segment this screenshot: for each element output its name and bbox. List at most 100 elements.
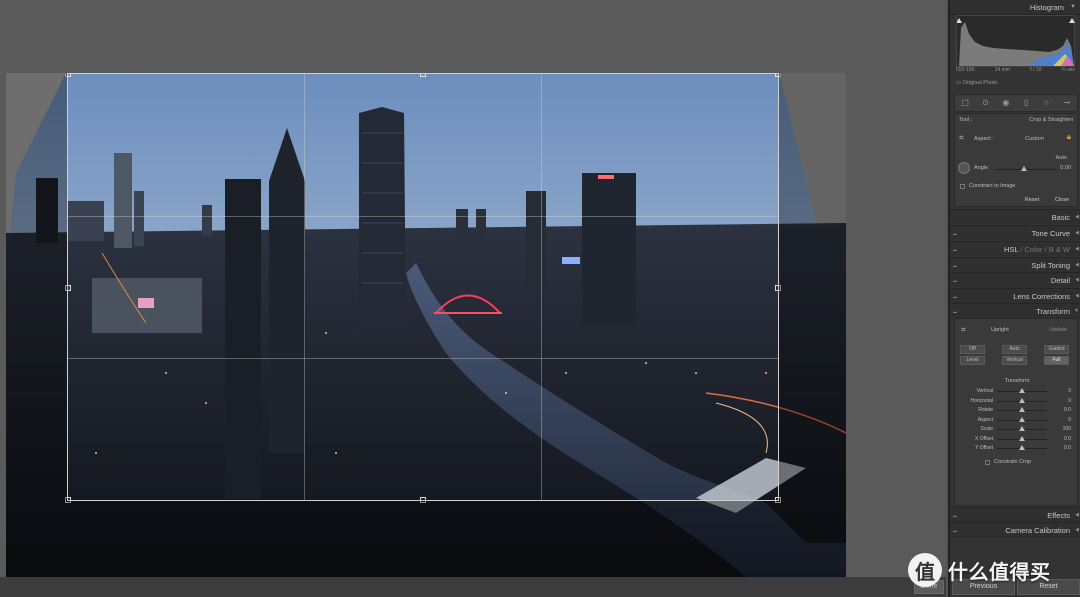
transform-slider-row[interactable]: Rotate 0.0	[955, 406, 1079, 415]
toggle-switch-icon[interactable]: ▬	[953, 242, 957, 257]
photo-preview[interactable]	[6, 73, 846, 577]
aperture: f / 10	[1030, 67, 1042, 73]
histogram[interactable]	[956, 15, 1075, 67]
update-button[interactable]: Update	[1049, 327, 1067, 333]
upright-level-button[interactable]: Level	[960, 356, 985, 365]
hsl-tab[interactable]: HSL	[1004, 245, 1018, 254]
toggle-switch-icon[interactable]: ▬	[953, 258, 957, 273]
transform-slider-row[interactable]: Y Offset 0.0	[955, 444, 1079, 453]
upright-off-button[interactable]: Off	[960, 345, 985, 354]
section-effects[interactable]: ▬ Effects ◀	[950, 507, 1080, 522]
lightroom-develop-window: Done Histogram ▼ ISO 100 14 mm f / 10 ¼ …	[0, 0, 1080, 597]
original-photo-label: ▭ Original Photo	[956, 80, 998, 86]
upright-full-button[interactable]: Full	[1044, 356, 1069, 365]
watermark: 值 什么值得买	[908, 548, 1078, 592]
crop-rectangle[interactable]	[65, 73, 781, 503]
section-title: Lens Corrections	[1013, 292, 1070, 301]
section-lens-corrections[interactable]: ▬ Lens Corrections ◀	[950, 288, 1080, 303]
crop-handle-top-left[interactable]	[65, 73, 71, 77]
histogram-metadata: ISO 100 14 mm f / 10 ¼ sec	[956, 67, 1075, 76]
slider-knob[interactable]	[1019, 445, 1025, 450]
slider-knob[interactable]	[1019, 407, 1025, 412]
guided-upright-icon[interactable]: ⌗	[961, 325, 966, 335]
straighten-tool-icon[interactable]	[958, 162, 970, 174]
expand-triangle-icon: ◀	[1075, 230, 1079, 236]
slider-value: 0	[1068, 397, 1071, 404]
crop-frame-icon[interactable]: ⌗	[959, 133, 964, 143]
slider-knob[interactable]	[1019, 416, 1025, 422]
transform-slider-row[interactable]: Horizontal 0	[955, 397, 1079, 406]
photo-canvas	[0, 0, 946, 577]
section-transform[interactable]: ▬ Transform ▼	[950, 303, 1080, 318]
section-detail[interactable]: ▬ Detail ◀	[950, 272, 1080, 287]
histogram-header[interactable]: Histogram ▼	[950, 0, 1080, 15]
transform-slider-row[interactable]: Aspect 0	[955, 416, 1079, 425]
graduated-filter-icon[interactable]: ▯	[1020, 98, 1032, 108]
crop-handle-left[interactable]	[65, 285, 71, 291]
crop-handle-bottom[interactable]	[420, 497, 426, 503]
section-split-toning[interactable]: ▬ Split Toning ◀	[950, 257, 1080, 272]
iso-value: ISO 100	[956, 67, 975, 73]
toggle-switch-icon[interactable]: ▬	[953, 304, 957, 319]
constrain-checkbox[interactable]	[960, 184, 965, 189]
constrain-crop-checkbox[interactable]	[985, 460, 990, 465]
transform-slider-row[interactable]: Scale 100	[955, 425, 1079, 434]
histogram-title: Histogram	[1029, 3, 1064, 12]
crop-handle-top-right[interactable]	[775, 73, 781, 77]
spot-removal-icon[interactable]: ⊙	[979, 98, 991, 108]
angle-slider-knob[interactable]	[1021, 166, 1027, 171]
red-eye-icon[interactable]: ◉	[1000, 98, 1012, 108]
toggle-switch-icon[interactable]: ▬	[953, 523, 957, 538]
upright-vertical-button[interactable]: Vertical	[1002, 356, 1027, 365]
constrain-label: Constrain to Image	[969, 183, 1016, 189]
upright-auto-button[interactable]: Auto	[1002, 345, 1027, 354]
slider-value: 0.0	[1064, 407, 1071, 413]
crop-close-button[interactable]: Close	[1051, 196, 1073, 205]
slider-value: 0.0	[1064, 445, 1071, 451]
color-tab[interactable]: Color	[1025, 245, 1043, 254]
section-basic[interactable]: Basic ◀	[950, 209, 1080, 224]
crop-handle-bottom-right[interactable]	[775, 497, 781, 503]
bw-tab[interactable]: B & W	[1049, 245, 1070, 254]
slider-knob[interactable]	[1019, 388, 1025, 393]
crop-overlay-icon[interactable]: ⬚	[959, 98, 971, 108]
crop-handle-bottom-left[interactable]	[65, 497, 71, 503]
transform-slider-row[interactable]: X Offset 0.0	[955, 435, 1079, 444]
slider-knob[interactable]	[1019, 397, 1025, 403]
crop-handle-top[interactable]	[420, 73, 426, 77]
expand-triangle-icon: ◀	[1075, 277, 1079, 283]
section-title: Tone Curve	[1031, 229, 1070, 238]
lock-icon[interactable]: 🔒︎	[1067, 132, 1071, 142]
toggle-switch-icon[interactable]: ▬	[953, 508, 957, 523]
radial-filter-icon[interactable]: ○	[1040, 98, 1052, 108]
section-tone-curve[interactable]: ▬ Tone Curve ◀	[950, 225, 1080, 240]
slider-knob[interactable]	[1019, 426, 1025, 431]
collapse-triangle-icon[interactable]: ▼	[1070, 0, 1076, 15]
adjustment-brush-icon[interactable]: ⊸	[1061, 98, 1073, 108]
section-title: Basic	[1051, 213, 1070, 222]
auto-angle-button[interactable]: Auto	[1056, 155, 1067, 161]
slider-label: Aspect	[977, 416, 993, 423]
shutter-speed: ¼ sec	[1061, 67, 1075, 73]
focal-length: 14 mm	[994, 67, 1010, 73]
expand-triangle-icon: ◀	[1075, 214, 1079, 220]
slider-value: 100	[1062, 426, 1071, 432]
slider-label: Scale	[980, 426, 993, 432]
aspect-select[interactable]: Custom	[1025, 136, 1044, 142]
crop-reset-button[interactable]: Reset	[1021, 196, 1043, 205]
slider-label: X Offset	[975, 435, 993, 442]
expand-triangle-icon: ◀	[1075, 262, 1079, 268]
slider-value: 0.0	[1064, 435, 1071, 442]
transform-slider-row[interactable]: Vertical 0	[955, 387, 1079, 396]
toggle-switch-icon[interactable]: ▬	[953, 273, 957, 288]
toggle-switch-icon[interactable]: ▬	[953, 289, 957, 304]
histogram-graph	[956, 18, 1075, 66]
section-camera-calibration[interactable]: ▬ Camera Calibration ◀	[950, 522, 1080, 537]
toggle-switch-icon[interactable]: ▬	[953, 226, 957, 241]
collapse-triangle-icon: ▼	[1074, 308, 1079, 314]
tool-label: Tool :	[959, 117, 973, 123]
slider-knob[interactable]	[1019, 435, 1025, 441]
crop-handle-right[interactable]	[775, 285, 781, 291]
section-hsl[interactable]: ▬ HSL / Color / B & W ◀	[950, 241, 1080, 256]
upright-guided-button[interactable]: Guided	[1044, 345, 1069, 354]
